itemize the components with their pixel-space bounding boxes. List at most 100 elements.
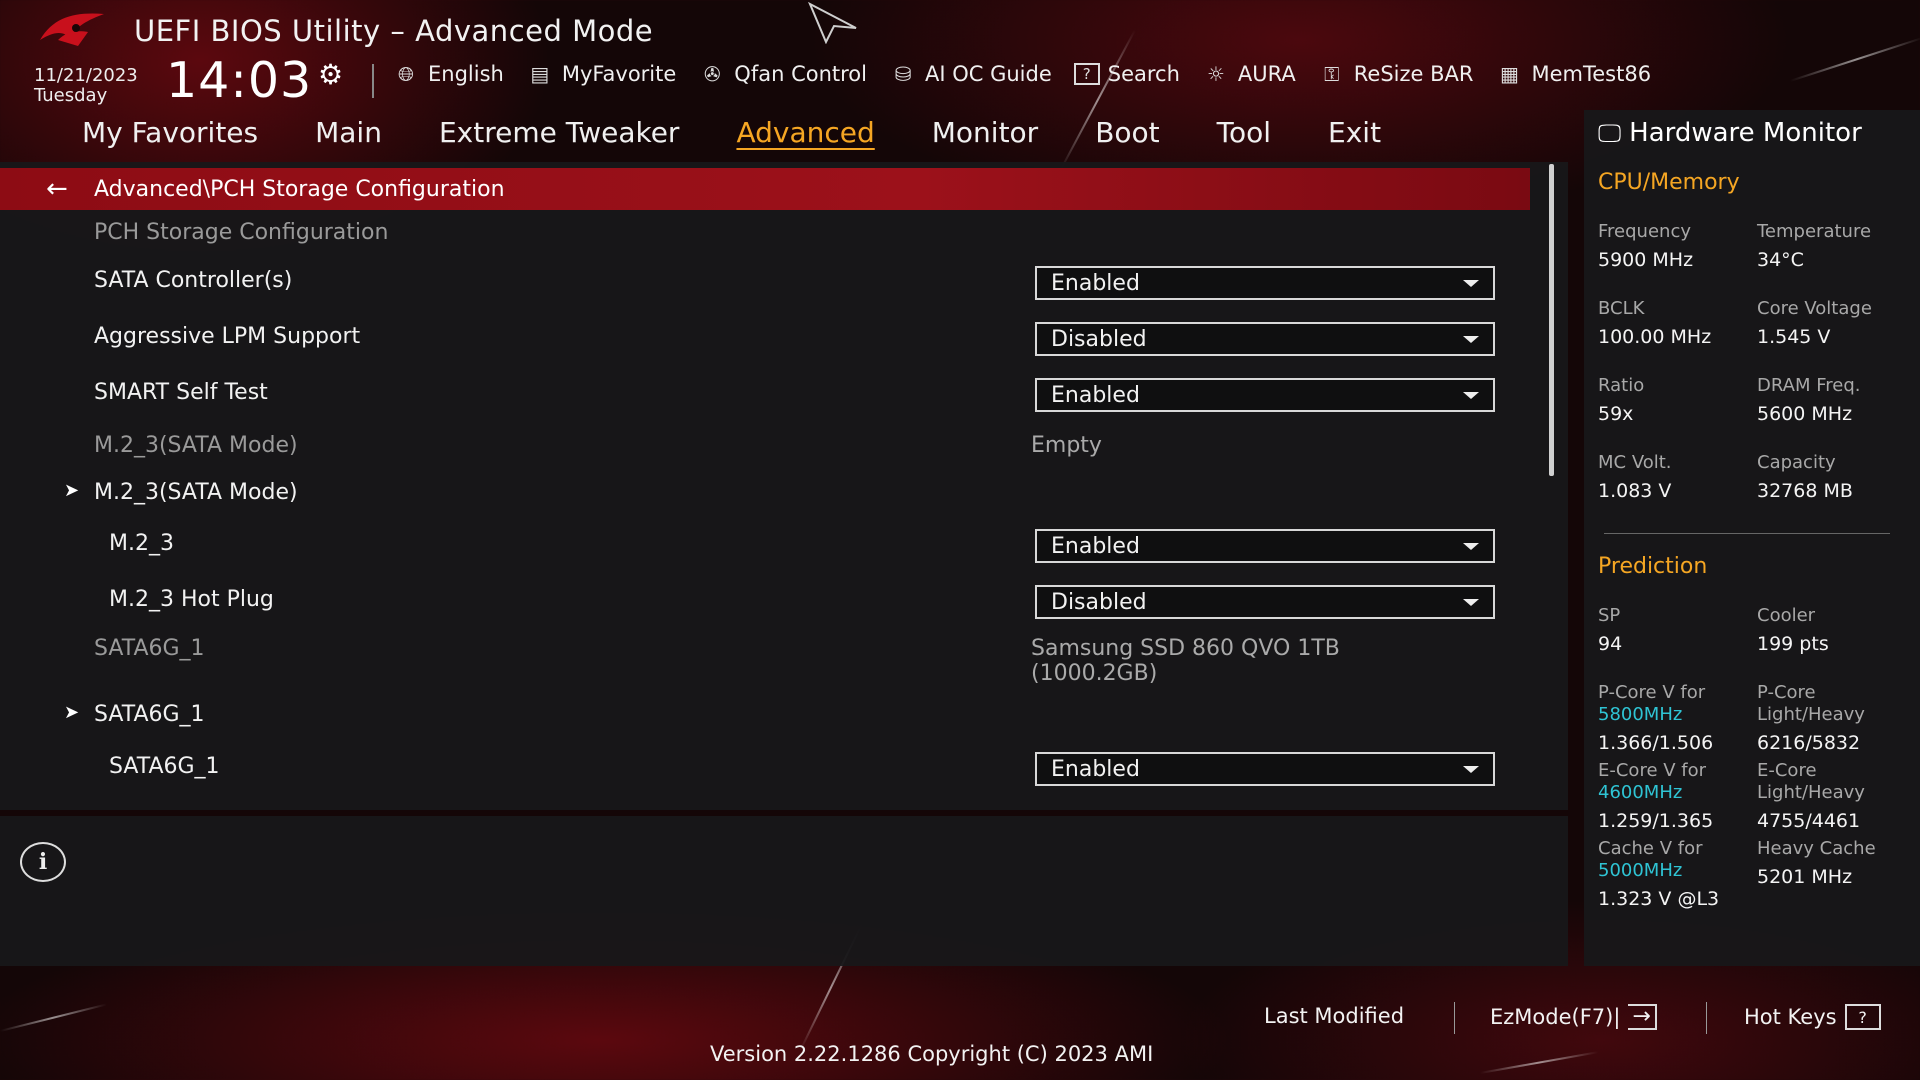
hw-ecore-light-heavy: E-Core Light/Heavy 4755/4461 (1757, 760, 1917, 832)
resize-bar-icon: ⚿ (1324, 62, 1340, 86)
scrollbar[interactable] (1549, 164, 1554, 476)
hw-title-text: Hardware Monitor (1629, 118, 1862, 148)
hw-sp: SP 94 (1598, 605, 1758, 655)
hw-key: BCLK (1598, 298, 1645, 319)
hw-value: 32768 MB (1757, 480, 1853, 502)
tool-label: MyFavorite (561, 62, 677, 86)
aggressive-lpm-dropdown[interactable]: Disabled (1035, 322, 1495, 356)
dropdown-value: Enabled (1051, 270, 1140, 296)
hw-key-highlight: 5000MHz (1598, 860, 1683, 881)
chevron-down-icon (1463, 335, 1479, 343)
rog-logo (40, 13, 104, 46)
device-name: Samsung SSD 860 QVO 1TB (1031, 636, 1340, 661)
chevron-down-icon (1463, 391, 1479, 399)
hw-key: P-Core V for 5800MHz (1598, 682, 1758, 726)
tool-memtest86[interactable]: ▦ MemTest86 (1495, 62, 1651, 86)
tool-search[interactable]: ? Search (1073, 62, 1180, 86)
hw-value: 1.323 V @L3 (1598, 888, 1720, 910)
hw-value: 199 pts (1757, 633, 1829, 655)
hw-value: 5900 MHz (1598, 249, 1694, 271)
tab-my-favorites[interactable]: My Favorites (82, 116, 258, 149)
clock-settings-gear-icon[interactable]: ⚙ (318, 58, 343, 91)
hw-frequency: Frequency 5900 MHz (1598, 221, 1758, 271)
exit-arrow-icon: → (1628, 1004, 1657, 1030)
tab-tool[interactable]: Tool (1217, 116, 1271, 149)
tab-main[interactable]: Main (315, 116, 382, 149)
hardware-monitor-title: 🖵︎ Hardware Monitor (1598, 118, 1862, 148)
chevron-down-icon (1463, 598, 1479, 606)
hot-keys-button[interactable]: Hot Keys ? (1744, 1004, 1881, 1030)
back-arrow-icon[interactable]: ← (46, 174, 82, 204)
hw-divider (1604, 533, 1890, 534)
tool-aura[interactable]: ☼ AURA (1202, 62, 1296, 86)
dropdown-value: Disabled (1051, 326, 1147, 352)
tab-monitor[interactable]: Monitor (932, 116, 1038, 149)
tab-boot[interactable]: Boot (1095, 116, 1159, 149)
hw-value: 5201 MHz (1757, 866, 1853, 888)
section-title: PCH Storage Configuration (94, 220, 389, 245)
toolbar: 🌐︎ English ▤ MyFavorite ✇ Qfan Control ⛁ AI … (392, 62, 1651, 86)
decor-streak (1789, 36, 1920, 82)
sata6g-1-dropdown[interactable]: Enabled (1035, 752, 1495, 786)
submenu-label: M.2_3(SATA Mode) (94, 480, 298, 505)
tool-label: Search (1107, 62, 1180, 86)
aura-icon: ☼ (1206, 62, 1225, 86)
hw-key-text: P-Core (1757, 682, 1816, 703)
hw-pcore-light-heavy: P-Core Light/Heavy 6216/5832 (1757, 682, 1917, 754)
footer-separator (1454, 1002, 1455, 1034)
tool-qfan-control[interactable]: ✇ Qfan Control (698, 62, 867, 86)
hw-dram-freq: DRAM Freq. 5600 MHz (1757, 375, 1917, 425)
hw-capacity: Capacity 32768 MB (1757, 452, 1917, 502)
tool-label: ReSize BAR (1353, 62, 1474, 86)
hw-key: E-Core V for 4600MHz (1598, 760, 1758, 804)
hw-value: 34°C (1757, 249, 1804, 271)
hw-value: 1.366/1.506 (1598, 732, 1714, 754)
chevron-down-icon (1463, 765, 1479, 773)
breadcrumb: ← Advanced\PCH Storage Configuration (0, 168, 1530, 210)
hw-key: Temperature (1757, 221, 1872, 242)
breadcrumb-path: Advanced\PCH Storage Configuration (94, 176, 505, 202)
setting-label: Aggressive LPM Support (94, 324, 361, 349)
hw-key-text: E-Core V for (1598, 760, 1707, 781)
m2-3-hot-plug-dropdown[interactable]: Disabled (1035, 585, 1495, 619)
ai-guide-icon: ⛁ (894, 62, 912, 86)
hw-key-text-2: Light/Heavy (1757, 782, 1865, 803)
tab-advanced[interactable]: Advanced (736, 116, 874, 149)
hw-key: MC Volt. (1598, 452, 1672, 473)
hw-key: Cache V for 5000MHz (1598, 838, 1758, 882)
chevron-down-icon (1463, 542, 1479, 550)
hw-heavy-cache: Heavy Cache 5201 MHz (1757, 838, 1917, 888)
section-header-row: PCH Storage Configuration (0, 220, 1540, 264)
tool-resize-bar[interactable]: ⚿ ReSize BAR (1318, 62, 1474, 86)
info-row-m2-3-sata-mode: M.2_3(SATA Mode) Empty (0, 433, 1540, 477)
ezmode-button[interactable]: EzMode(F7)| → (1490, 1004, 1657, 1030)
hw-temperature: Temperature 34°C (1757, 221, 1917, 271)
info-label: M.2_3(SATA Mode) (94, 433, 298, 458)
tool-myfavorite[interactable]: ▤ MyFavorite (526, 62, 676, 86)
hw-cache-v: Cache V for 5000MHz 1.323 V @L3 (1598, 838, 1758, 910)
tab-exit[interactable]: Exit (1328, 116, 1381, 149)
submenu-row-m2-3-sata-mode[interactable]: ➤ M.2_3(SATA Mode) (0, 480, 1540, 524)
sata-controllers-dropdown[interactable]: Enabled (1035, 266, 1495, 300)
setting-label: SMART Self Test (94, 380, 268, 405)
tool-label: English (428, 62, 504, 86)
hw-core-voltage: Core Voltage 1.545 V (1757, 298, 1917, 348)
setting-label: M.2_3 Hot Plug (109, 587, 274, 612)
last-modified-button[interactable]: Last Modified (1264, 1004, 1404, 1028)
submenu-row-sata6g-1[interactable]: ➤ SATA6G_1 (0, 702, 1540, 746)
chevron-down-icon (1463, 279, 1479, 287)
smart-self-test-dropdown[interactable]: Enabled (1035, 378, 1495, 412)
hw-key: E-Core Light/Heavy (1757, 760, 1917, 804)
submenu-caret-icon: ➤ (64, 702, 80, 723)
setting-label: M.2_3 (109, 531, 174, 556)
tool-english[interactable]: 🌐︎ English (392, 62, 504, 86)
fan-icon: ✇ (703, 62, 721, 86)
hw-key: Cooler (1757, 605, 1816, 626)
hw-key: Capacity (1757, 452, 1836, 473)
prediction-section-title: Prediction (1598, 554, 1708, 579)
m2-3-dropdown[interactable]: Enabled (1035, 529, 1495, 563)
tool-ai-oc-guide[interactable]: ⛁ AI OC Guide (889, 62, 1052, 86)
tab-extreme-tweaker[interactable]: Extreme Tweaker (439, 116, 679, 149)
main-nav-tabs: My Favorites Main Extreme Tweaker Advanc… (82, 116, 1438, 149)
footer-separator (1706, 1002, 1707, 1034)
